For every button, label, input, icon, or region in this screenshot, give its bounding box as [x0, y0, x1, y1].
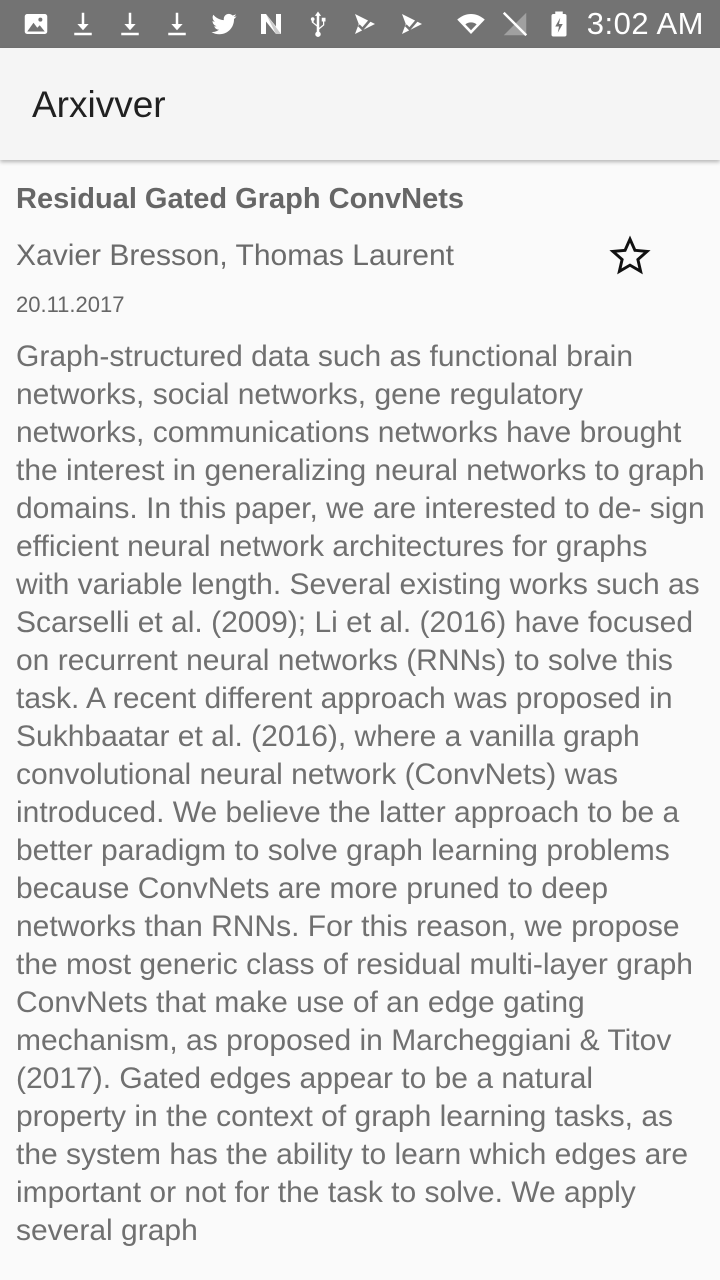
no-signal-icon: [499, 8, 531, 40]
battery-charging-icon: [543, 8, 575, 40]
twitter-icon: [208, 8, 240, 40]
download-icon: [114, 8, 146, 40]
status-clock: 3:02 AM: [586, 6, 704, 41]
paper-authors: Xavier Bresson, Thomas Laurent: [16, 239, 455, 272]
usb-icon: [302, 8, 334, 40]
favorite-star-button[interactable]: [608, 234, 652, 278]
status-bar: 3:02 AM: [0, 0, 720, 48]
paper-detail: Residual Gated Graph ConvNets Xavier Bre…: [16, 160, 706, 1250]
check-icon: [396, 8, 428, 40]
image-icon: [20, 8, 52, 40]
paper-abstract: Graph-structured data such as functional…: [16, 340, 705, 1247]
download-icon: [67, 8, 99, 40]
check-icon: [349, 8, 381, 40]
download-icon: [161, 8, 193, 40]
app-title: Arxivver: [32, 84, 166, 125]
paper-title: Residual Gated Graph ConvNets: [16, 183, 464, 215]
star-outline-icon: [609, 235, 651, 275]
app-bar: Arxivver: [0, 48, 720, 160]
system-icons: 3:02 AM: [455, 6, 704, 42]
n-icon: [255, 8, 287, 40]
paper-date: 20.11.2017: [16, 292, 125, 317]
notification-icons: [20, 6, 443, 42]
authors-row: Xavier Bresson, Thomas Laurent: [16, 234, 706, 278]
wifi-icon: [455, 8, 487, 40]
